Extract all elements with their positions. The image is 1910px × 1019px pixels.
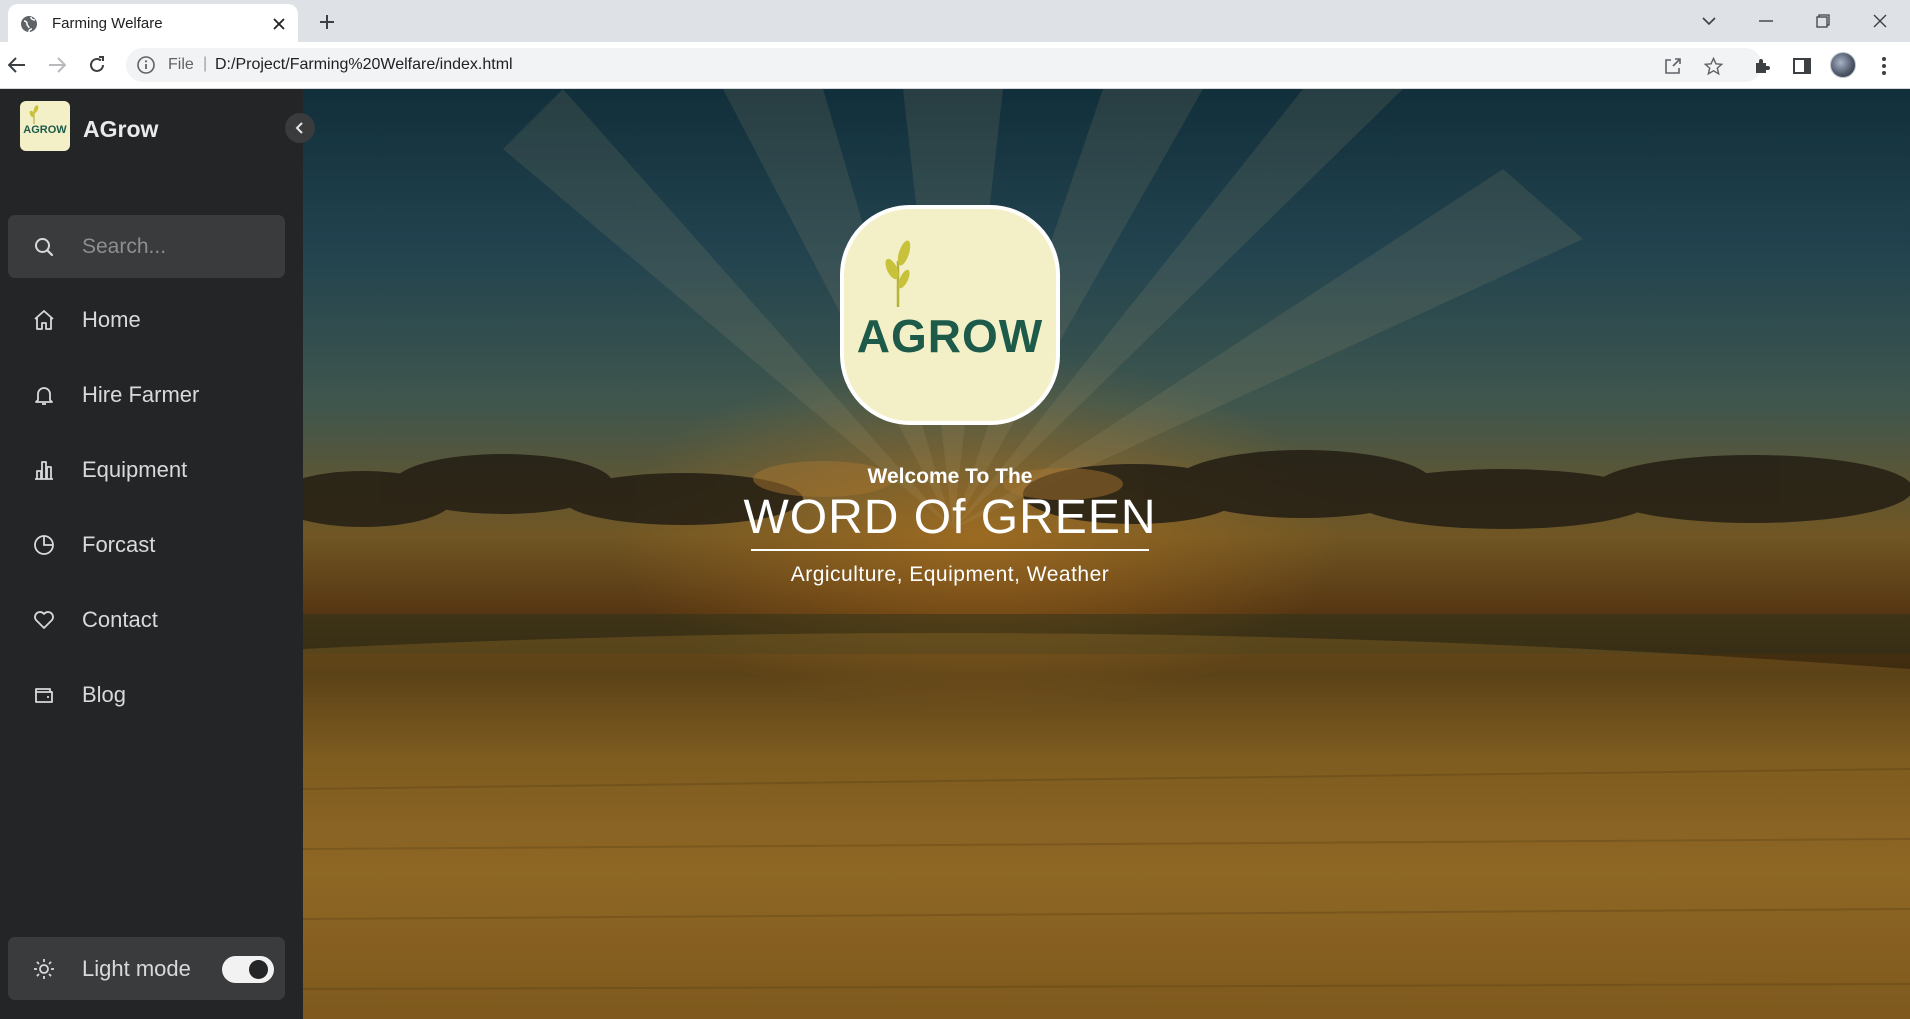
sidebar-item-hire-farmer[interactable]: Hire Farmer (8, 364, 285, 426)
sidebar-item-label: Equipment (82, 457, 188, 482)
url-text[interactable]: D:/Project/Farming%20Welfare/index.html (215, 56, 513, 74)
sidebar-item-blog[interactable]: Blog (8, 664, 285, 726)
toggle-knob (249, 960, 268, 979)
search-box[interactable] (8, 215, 285, 278)
collapse-sidebar-chevron-icon[interactable] (285, 113, 315, 143)
new-tab-plus-icon[interactable] (314, 9, 340, 35)
reload-icon[interactable] (84, 52, 110, 78)
hero-logo-text: AGROW (856, 310, 1044, 362)
sidebar-item-label: Forcast (82, 532, 156, 557)
hero-title: WORD Of GREEN (743, 491, 1157, 544)
hero-section: AGROW Welcome To The WORD Of GREEN Argic… (303, 89, 1910, 1019)
web-page: AGROW AGrow Home Hire Farmer (0, 89, 1910, 1019)
url-separator: | (203, 55, 208, 72)
wallet-icon (35, 688, 53, 703)
close-tab-icon[interactable] (268, 13, 290, 35)
restore-icon[interactable] (1810, 8, 1836, 34)
sidebar-item-label: Contact (82, 607, 158, 632)
welcome-text: Welcome To The (867, 465, 1033, 488)
sidebar-item-forcast[interactable]: Forcast (8, 514, 285, 576)
home-icon (34, 310, 54, 330)
share-icon[interactable] (1662, 55, 1684, 77)
search-input[interactable] (82, 227, 272, 267)
extensions-puzzle-icon[interactable] (1750, 54, 1774, 78)
sidebar-item-label: Home (82, 307, 141, 332)
browser-tab-bar: Farming Welfare (0, 0, 1910, 42)
title-underline (751, 549, 1149, 551)
sidebar-item-equipment[interactable]: Equipment (8, 439, 285, 501)
back-arrow-icon[interactable] (4, 52, 30, 78)
hero-tagline: Argiculture, Equipment, Weather (790, 563, 1110, 586)
close-window-icon[interactable] (1867, 8, 1893, 34)
wheat-icon (885, 240, 911, 307)
address-bar[interactable]: File | D:/Project/Farming%20Welfare/inde… (126, 48, 1762, 82)
side-panel-icon[interactable] (1790, 54, 1814, 78)
hero-logo: AGROW (840, 205, 1060, 425)
sidebar-item-home[interactable]: Home (8, 289, 285, 351)
light-mode-label: Light mode (82, 956, 191, 981)
wheat-field-texture (303, 89, 1910, 1019)
tab-title: Farming Welfare (52, 15, 163, 32)
sun-icon (34, 959, 54, 979)
forward-arrow-icon[interactable] (44, 52, 70, 78)
wheat-icon (29, 105, 39, 124)
browser-menu-dots-icon[interactable] (1872, 54, 1896, 78)
pie-chart-icon (34, 535, 54, 555)
theme-toggle-switch[interactable] (222, 956, 274, 983)
brand-logo: AGROW (20, 101, 70, 151)
brand-logo-text: AGROW (23, 124, 67, 136)
bookmark-star-icon[interactable] (1702, 55, 1724, 77)
bell-icon (35, 387, 53, 405)
url-scheme-label: File (168, 56, 194, 73)
sidebar-item-label: Blog (82, 682, 127, 707)
tab-search-chevron-icon[interactable] (1696, 8, 1722, 34)
bar-chart-icon (35, 461, 53, 480)
minimize-icon[interactable] (1753, 8, 1779, 34)
info-icon[interactable] (136, 55, 156, 75)
globe-icon (21, 16, 37, 33)
sidebar-item-contact[interactable]: Contact (8, 589, 285, 651)
profile-avatar[interactable] (1830, 52, 1856, 78)
sidebar: AGROW AGrow Home Hire Farmer (0, 89, 303, 1019)
search-icon (35, 238, 54, 257)
browser-toolbar: File | D:/Project/Farming%20Welfare/inde… (0, 42, 1910, 89)
brand-name: AGrow (83, 116, 159, 142)
browser-tab[interactable]: Farming Welfare (8, 4, 298, 42)
heart-icon (34, 611, 54, 629)
sidebar-item-label: Hire Farmer (82, 382, 200, 407)
light-mode-row[interactable]: Light mode (8, 937, 285, 1000)
